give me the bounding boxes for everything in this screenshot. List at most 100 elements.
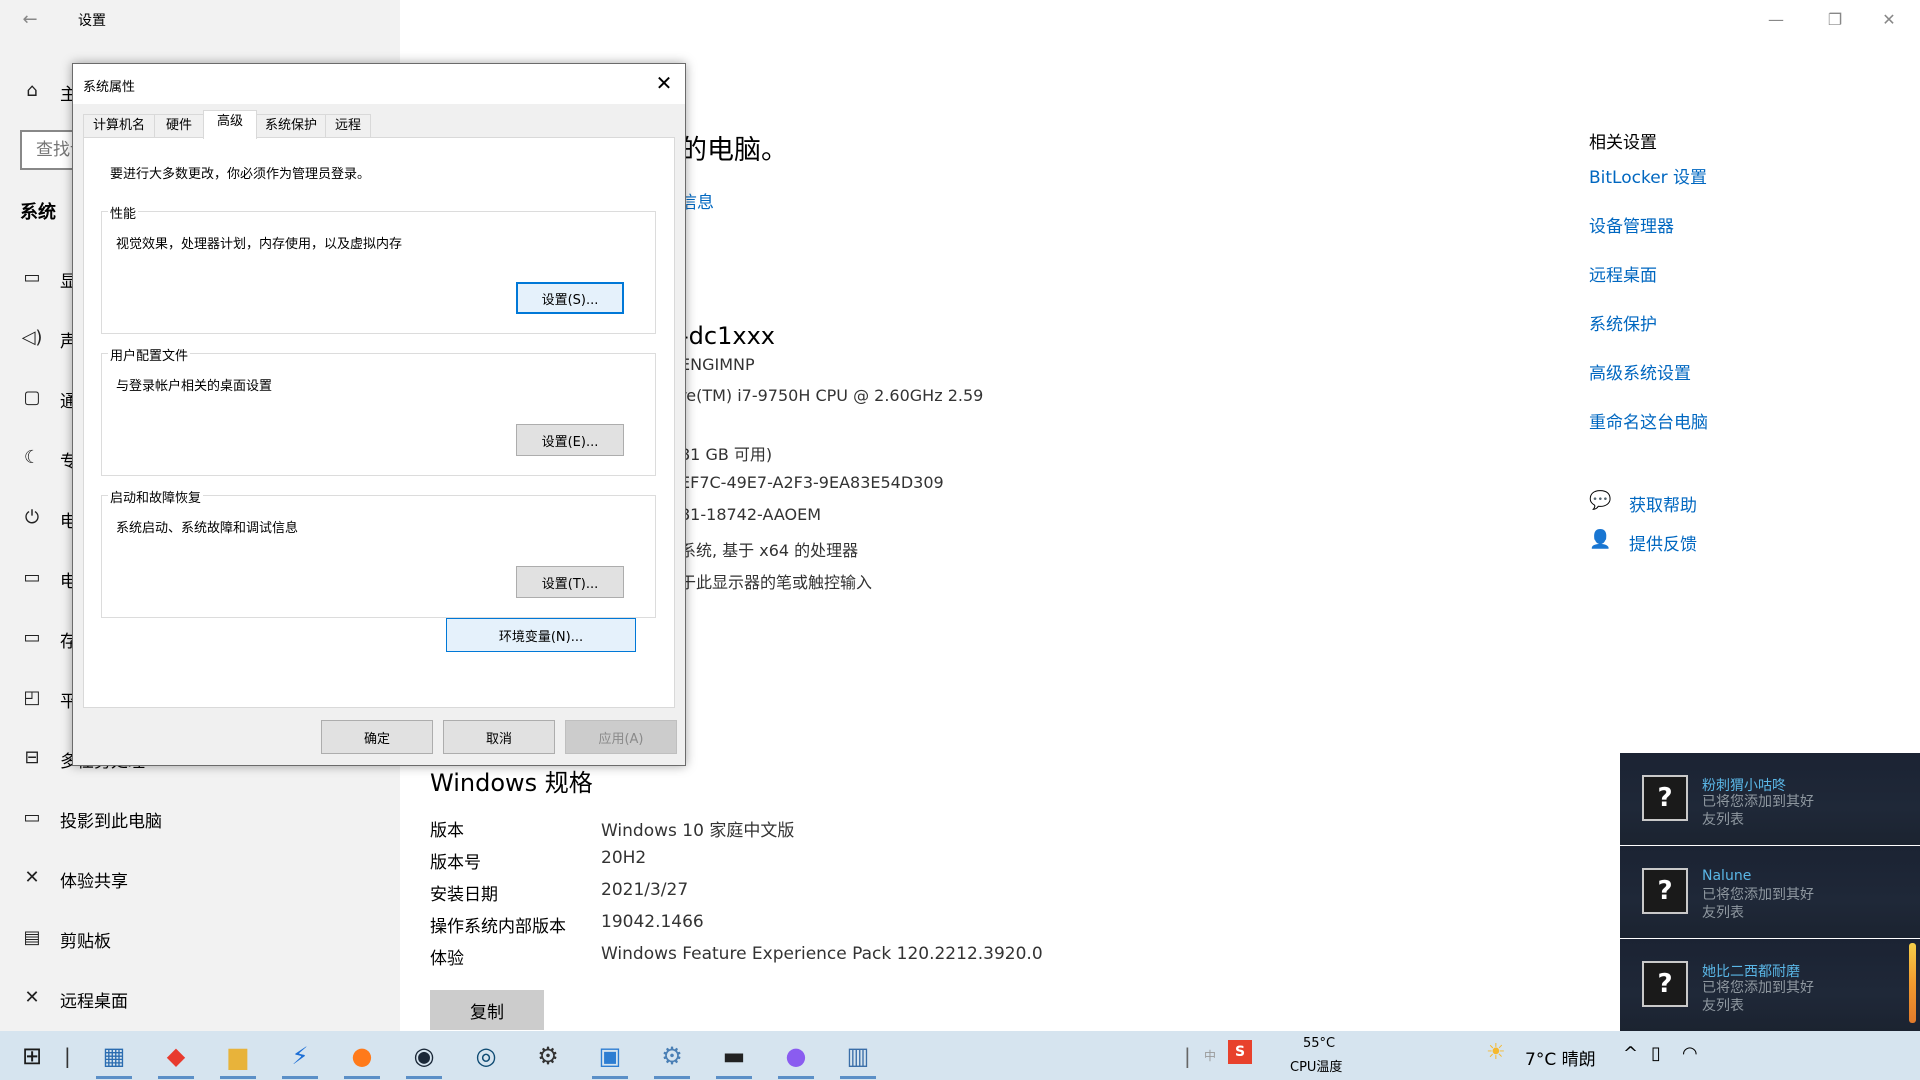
sogou-input-icon[interactable]: S (1228, 1040, 1252, 1064)
spec-value: Windows 10 家庭中文版 (601, 821, 795, 841)
control-panel-icon[interactable]: ⚙ (648, 1037, 696, 1079)
sidebar-item-icon: ▤ (23, 927, 41, 948)
tab-system-protection[interactable]: 系统保护 (256, 114, 326, 138)
back-arrow-icon[interactable]: ← (14, 6, 46, 34)
settings-titlebar: ← 设置 — ❐ ✕ (0, 0, 1920, 40)
system-properties-icon[interactable]: ▥ (834, 1037, 882, 1079)
spec-value: 系统, 基于 x64 的处理器 (680, 541, 859, 560)
friend-name: 粉刺猬小咕咚 (1702, 778, 1786, 794)
related-settings-title: 相关设置 (1589, 133, 1657, 153)
feedback-link[interactable]: 提供反馈 (1629, 530, 1697, 555)
taskbar-divider: | (64, 1044, 71, 1068)
apply-button: 应用(A) (565, 720, 677, 754)
startup-recovery-settings-button[interactable]: 设置(T)... (516, 566, 624, 598)
friend-notification[interactable]: ? Nalune 已将您添加到其好友列表 (1620, 846, 1920, 938)
sidebar-item-label: 体验共享 (60, 872, 128, 892)
terminal-icon[interactable]: ▬ (710, 1037, 758, 1079)
system-info-icon[interactable]: ▣ (586, 1037, 634, 1079)
related-setting-link[interactable]: 远程桌面 (1589, 261, 1657, 286)
dialog-title: 系统属性 (83, 80, 136, 95)
friend-name: 她比二西都耐磨 (1702, 964, 1800, 980)
cpu-temperature-label: CPU温度 (1290, 1060, 1343, 1075)
windows-spec-row: 版本 Windows 10 家庭中文版 (430, 816, 1330, 841)
spec-value: EF7C-49E7-A2F3-9EA83E54D309 (680, 473, 944, 492)
sun-weather-icon[interactable]: ☀ (1486, 1040, 1506, 1065)
startup-recovery-group: 启动和故障恢复 系统启动、系统故障和调试信息 设置(T)... (101, 487, 656, 618)
copy-button[interactable]: 复制 (430, 990, 544, 1030)
performance-group: 性能 视觉效果，处理器计划，内存使用，以及虚拟内存 设置(S)... (101, 203, 656, 334)
performance-settings-button[interactable]: 设置(S)... (516, 282, 624, 314)
related-setting-link[interactable]: BitLocker 设置 (1589, 163, 1707, 188)
user-profiles-settings-button[interactable]: 设置(E)... (516, 424, 624, 456)
friend-notification[interactable]: ? 粉刺猬小咕咚 已将您添加到其好友列表 (1620, 753, 1920, 845)
tab-advanced[interactable]: 高级 (203, 110, 257, 139)
spec-key: 体验 (430, 949, 464, 969)
ime-indicator[interactable]: 中 (1204, 1047, 1216, 1064)
windows-spec-row: 操作系统内部版本 19042.1466 (430, 912, 1330, 937)
wifi-icon[interactable]: ◠ (1682, 1043, 1698, 1064)
app-blue-icon[interactable]: ⚡ (276, 1037, 324, 1079)
sidebar-item[interactable]: ▤ 剪贴板 (20, 927, 380, 957)
spec-key: 安装日期 (430, 885, 498, 905)
get-help-row[interactable]: 💬 获取帮助 (1589, 490, 1789, 516)
sidebar-item-icon: ⊟ (24, 747, 40, 768)
group-title: 用户配置文件 (108, 345, 191, 364)
spec-key: 版本 (430, 821, 464, 841)
related-setting-link[interactable]: 设备管理器 (1589, 212, 1674, 237)
environment-variables-button[interactable]: 环境变量(N)... (446, 618, 636, 652)
sidebar-item[interactable]: ▭ 投影到此电脑 (20, 807, 380, 837)
spec-key: 版本号 (430, 853, 481, 873)
store-icon[interactable]: ▦ (90, 1037, 138, 1079)
related-setting-link[interactable]: 系统保护 (1589, 310, 1657, 335)
chat-help-icon: 💬 (1589, 490, 1612, 511)
app-ring-icon[interactable]: ◎ (462, 1037, 510, 1075)
spec-value: ENGIMNP (680, 355, 755, 374)
taskbar-divider: | (1184, 1044, 1191, 1068)
about-heading: 的电脑。 (680, 135, 788, 166)
steam-icon[interactable]: ◉ (400, 1037, 448, 1079)
sidebar-item[interactable]: ✕ 体验共享 (20, 867, 380, 897)
app-red-diamond-icon[interactable]: ◆ (152, 1037, 200, 1079)
notification-scrollbar[interactable] (1909, 943, 1916, 1023)
sidebar-item-icon: ▭ (23, 267, 41, 288)
dialog-close-icon[interactable]: ✕ (647, 68, 681, 98)
spec-value: 81 GB 可用) (680, 445, 773, 464)
sidebar-item-icon: ▭ (23, 807, 41, 828)
spec-value: 19042.1466 (601, 912, 704, 932)
related-setting-link[interactable]: 高级系统设置 (1589, 359, 1691, 384)
windows-spec-row: 安装日期 2021/3/27 (430, 880, 1330, 905)
get-help-link[interactable]: 获取帮助 (1629, 491, 1697, 516)
weather-text[interactable]: 7°C 晴朗 (1525, 1045, 1596, 1070)
close-button[interactable]: ✕ (1866, 0, 1912, 40)
file-explorer-icon[interactable]: ▆ (214, 1037, 262, 1079)
tray-chevron-up-icon[interactable]: ^ (1623, 1043, 1638, 1064)
cancel-button[interactable]: 取消 (443, 720, 555, 754)
tab-remote[interactable]: 远程 (325, 114, 371, 138)
tab-hardware[interactable]: 硬件 (154, 114, 204, 138)
sidebar-item-icon: ◁) (21, 327, 43, 348)
admin-note: 要进行大多数更改，你必须作为管理员登录。 (110, 167, 371, 182)
group-desc: 视觉效果，处理器计划，内存使用，以及虚拟内存 (116, 237, 403, 252)
system-properties-dialog: 系统属性 ✕ 计算机名 硬件 高级 系统保护 远程 要进行大多数更改，你必须作为… (72, 63, 686, 766)
friend-notification[interactable]: ? 她比二西都耐磨 已将您添加到其好友列表 (1620, 939, 1920, 1031)
taskbar: ⊞ | ▦ ◆ ▆ ⚡ ● ◉ ◎ ⚙ ▣ ⚙ ▬ ● ▥ | 中 S 55°C CPU温度 ☀ 7°C 晴… (0, 1031, 1920, 1080)
spec-value: re(TM) i7-9750H CPU @ 2.60GHz 2.59 (680, 386, 984, 405)
spec-value: Windows Feature Experience Pack 120.2212… (601, 944, 1043, 964)
minimize-button[interactable]: — (1753, 0, 1799, 40)
app-flame-icon[interactable]: ● (772, 1037, 820, 1079)
feedback-row[interactable]: 👤 提供反馈 (1589, 529, 1789, 555)
sidebar-item[interactable]: ✕ 远程桌面 (20, 987, 380, 1017)
firefox-icon[interactable]: ● (338, 1037, 386, 1079)
related-setting-link[interactable]: 重命名这台电脑 (1589, 408, 1708, 433)
sidebar-item-icon: ☾ (23, 447, 41, 468)
device-name: -dc1xxx (680, 322, 775, 350)
battery-icon[interactable]: ▯ (1651, 1043, 1661, 1064)
maximize-button[interactable]: ❐ (1812, 0, 1858, 40)
settings-gear-icon[interactable]: ⚙ (524, 1037, 572, 1075)
start-icon[interactable]: ⊞ (8, 1037, 56, 1075)
ok-button[interactable]: 确定 (321, 720, 433, 754)
tab-computer-name[interactable]: 计算机名 (83, 114, 155, 138)
sidebar-item-label: 投影到此电脑 (60, 812, 162, 832)
notification-message: 已将您添加到其好友列表 (1702, 794, 1814, 828)
sidebar-item-label: 远程桌面 (60, 992, 128, 1012)
